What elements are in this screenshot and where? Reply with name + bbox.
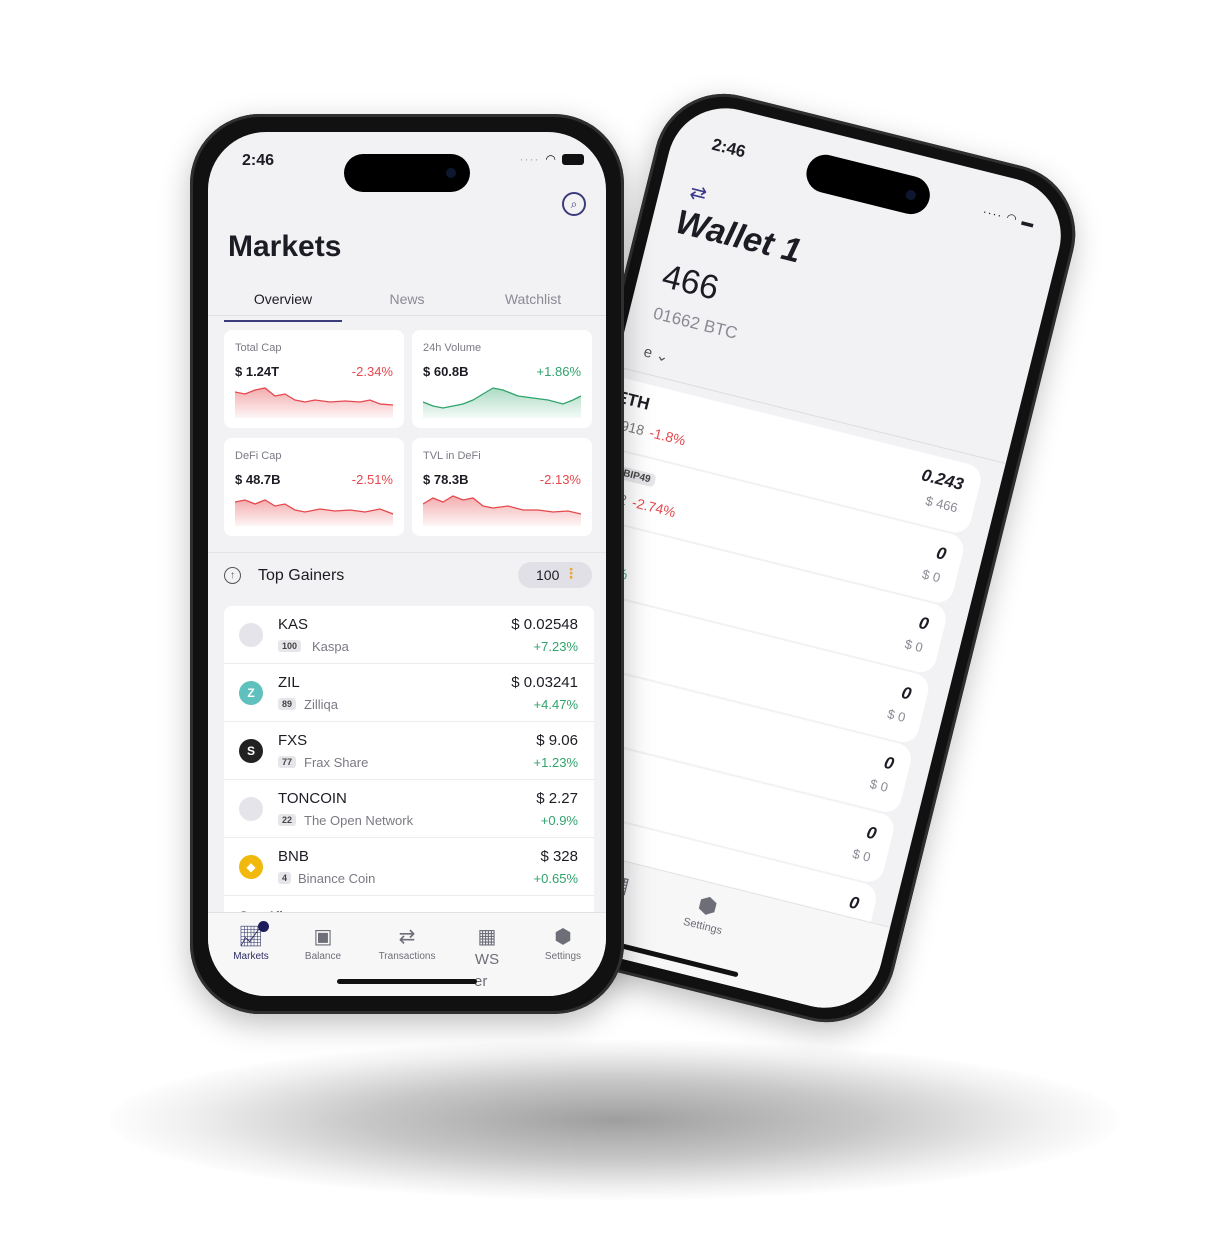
wallet-btc-balance: 01662 BTC [651, 303, 740, 343]
asset-balance: 0 [934, 543, 949, 564]
sparkline [423, 387, 581, 418]
sparkline [235, 499, 393, 526]
asset-usd: $ 0 [851, 845, 873, 865]
sparkline [423, 495, 581, 526]
arrow-up-circle-icon: ↑ [224, 567, 241, 584]
asset-balance: 0.243 [919, 465, 966, 495]
coin-zil-icon: Z [239, 681, 263, 705]
metric-card-tvl-defi[interactable]: TVL in DeFi $ 78.3B -2.13% [412, 438, 592, 536]
sort-dropdown[interactable]: e ⌄ [642, 342, 671, 366]
status-icons: ···· ◠ ▬ [981, 204, 1037, 231]
asset-usd: $ 0 [885, 706, 908, 726]
rank-badge: 89 [278, 698, 297, 710]
coin-fxs-icon: S [239, 739, 263, 763]
asset-balance: 0 [882, 752, 896, 774]
dynamic-island [344, 154, 470, 192]
wifi-icon: ◠ [545, 152, 556, 166]
sparkline [235, 387, 393, 418]
tab-markets[interactable]: 📈︎ Markets [216, 921, 286, 962]
asset-usd: $ 0 [920, 566, 942, 586]
tab-overview[interactable]: Overview [224, 291, 342, 322]
asset-usd: $ 466 [924, 493, 960, 516]
list-item[interactable]: KAS 100 Kaspa $ 0.02548 +7.23% [224, 606, 594, 664]
rank-badge: 77 [278, 756, 297, 768]
coin-kas-icon [239, 623, 263, 647]
tab-transactions[interactable]: ⇄ Transactions [372, 925, 442, 962]
qr-icon: ▦ [477, 926, 497, 948]
wallet-balance: 466 [658, 257, 723, 308]
list-item[interactable]: ◆ BNB 4 Binance Coin $ 328 +0.65% [224, 838, 594, 896]
gear-icon: ⬢ [554, 926, 572, 948]
home-indicator [337, 979, 477, 984]
signal-icon: ···· [519, 152, 540, 166]
wallet-icon: ▣ [313, 926, 333, 948]
coin-toncoin-icon [239, 797, 263, 821]
wallet-title: Wallet 1 [671, 202, 806, 271]
camera-icon [904, 189, 917, 202]
search-icon[interactable]: ⌕ [562, 192, 586, 216]
tab-news[interactable]: News [348, 291, 466, 307]
dynamic-island [802, 150, 934, 219]
asset-balance: 0 [847, 892, 862, 914]
tab-settings[interactable]: ⬢ Settings [528, 925, 598, 962]
metric-card-total-cap[interactable]: Total Cap $ 1.24T -2.34% [224, 330, 404, 428]
camera-icon [446, 168, 456, 178]
asset-balance: 0 [899, 682, 914, 704]
metric-card-24h-volume[interactable]: 24h Volume $ 60.8B +1.86% [412, 330, 592, 428]
list-item[interactable]: Z ZIL 89 Zilliqa $ 0.03241 +4.47% [224, 664, 594, 722]
list-item[interactable]: S FXS 77 Frax Share $ 9.06 +1.23% [224, 722, 594, 780]
coin-bnb-icon: ◆ [239, 855, 263, 879]
gainers-count-selector[interactable]: 100 ⋮ [518, 562, 592, 588]
status-time: 2:46 [709, 134, 748, 162]
asset-usd: $ 0 [903, 636, 925, 656]
battery-icon [562, 153, 584, 165]
markets-tabs: Overview News Watchlist [208, 282, 606, 322]
chart-icon: 📈︎ [238, 926, 264, 948]
wallet-switch-icon[interactable]: ⇄ [687, 179, 709, 207]
drop-shadow [110, 1040, 1120, 1200]
section-title: Top Gainers [258, 567, 345, 584]
tab-watchlist[interactable]: Watchlist [474, 291, 592, 307]
page-title: Markets [228, 230, 342, 263]
asset-balance: 0 [916, 613, 931, 634]
rank-badge: 4 [278, 872, 292, 884]
markets-screen: 2:46 ···· ◠ ⌕ Markets Overview News Watc… [208, 132, 606, 996]
gainers-list: KAS 100 Kaspa $ 0.02548 +7.23% Z ZIL 89 … [224, 606, 594, 924]
rank-badge: 100 [278, 640, 302, 652]
top-gainers-header[interactable]: ↑ Top Gainers 100 ⋮ [208, 552, 606, 600]
tab-ws[interactable]: ▦ WS [452, 925, 522, 968]
status-time: 2:46 [242, 152, 275, 169]
metric-card-defi-cap[interactable]: DeFi Cap $ 48.7B -2.51% [224, 438, 404, 536]
notification-dot [258, 921, 269, 932]
more-icon: ⋮ [564, 565, 578, 581]
tab-bar: 📈︎ Markets ▣ Balance ⇄ Transactions ▦ WS… [208, 912, 606, 996]
status-icons: ···· ◠ [520, 152, 584, 166]
asset-usd: $ 0 [868, 775, 890, 795]
transfer-icon: ⇄ [398, 926, 416, 948]
asset-balance: 0 [864, 822, 879, 844]
tab-balance[interactable]: ▣ Balance [288, 925, 358, 962]
tab-settings[interactable]: ⬢ Settings [682, 889, 730, 937]
rank-badge: 22 [278, 814, 297, 826]
list-item[interactable]: TONCOIN 22 The Open Network $ 2.27 +0.9% [224, 780, 594, 838]
front-phone: 2:46 ···· ◠ ⌕ Markets Overview News Watc… [190, 114, 624, 1014]
